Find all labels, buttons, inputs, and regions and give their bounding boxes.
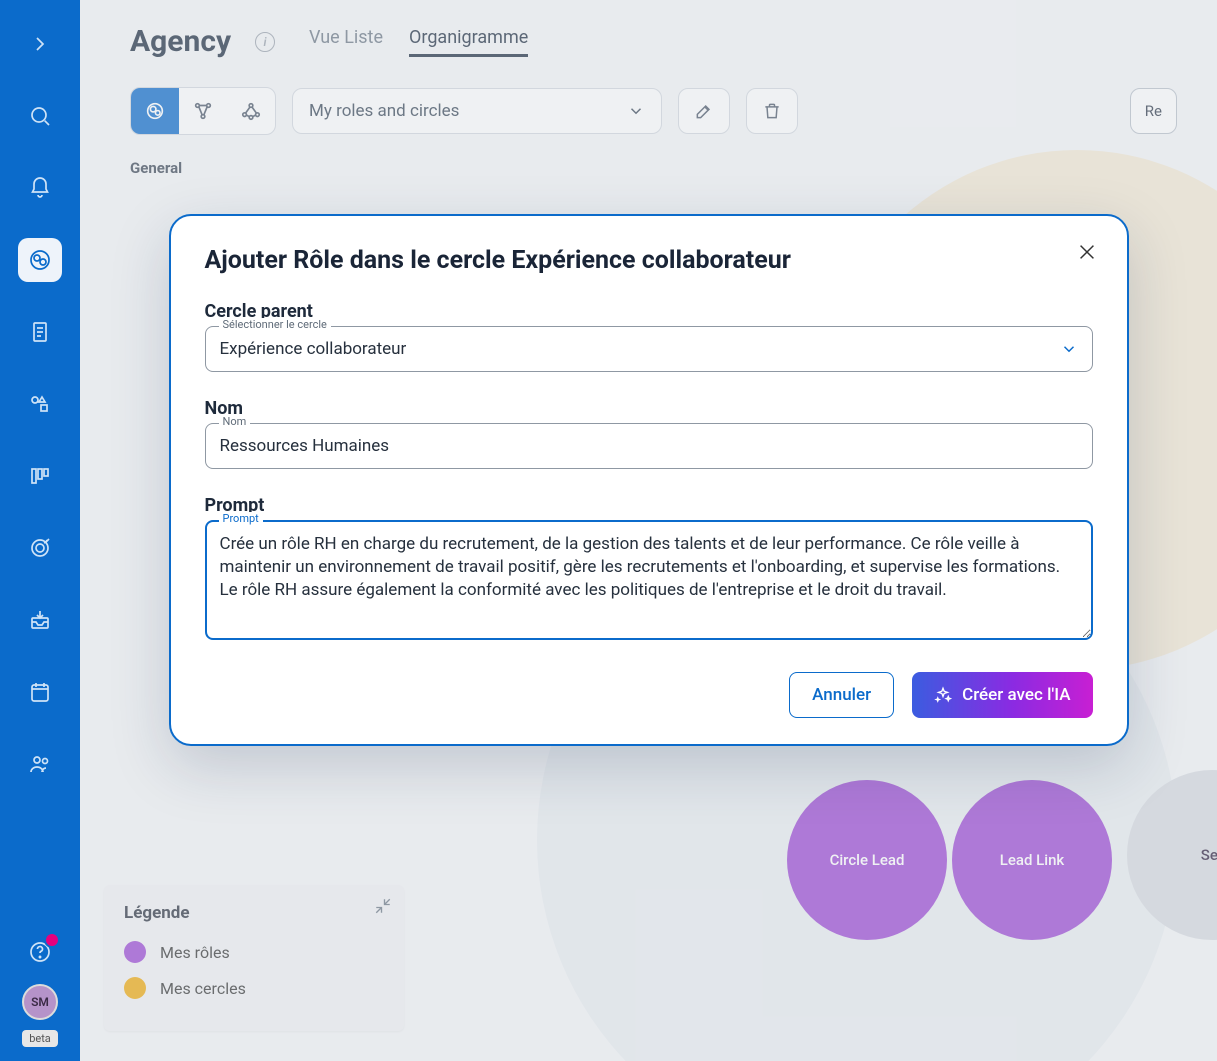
- calendar-icon[interactable]: [18, 670, 62, 714]
- create-with-ai-button[interactable]: Créer avec l'IA: [912, 672, 1092, 718]
- avatar[interactable]: SM: [22, 984, 58, 1020]
- close-icon[interactable]: [1073, 238, 1101, 266]
- name-label: Nom: [205, 398, 1093, 419]
- name-input[interactable]: [205, 423, 1093, 469]
- cancel-button[interactable]: Annuler: [789, 672, 894, 718]
- modal-title: Ajouter Rôle dans le cercle Expérience c…: [205, 246, 1093, 275]
- inbox-icon[interactable]: [18, 598, 62, 642]
- avatar-initials: SM: [31, 995, 49, 1009]
- bell-icon[interactable]: [18, 166, 62, 210]
- chevron-down-icon: [1060, 340, 1078, 358]
- name-float-label: Nom: [219, 415, 251, 428]
- parent-circle-value: Expérience collaborateur: [220, 339, 407, 359]
- parent-circle-select[interactable]: Expérience collaborateur: [205, 326, 1093, 372]
- board-icon[interactable]: [18, 454, 62, 498]
- prompt-textarea[interactable]: [205, 520, 1093, 640]
- main: Circle Lead Lead Link Ser Agency i Vue L…: [80, 0, 1217, 1061]
- document-icon[interactable]: [18, 310, 62, 354]
- shapes-icon[interactable]: [18, 382, 62, 426]
- sparkle-icon: [934, 686, 952, 704]
- parent-float-label: Sélectionner le cercle: [219, 318, 331, 331]
- people-icon[interactable]: [18, 742, 62, 786]
- search-icon[interactable]: [18, 94, 62, 138]
- sidebar-toggle-icon[interactable]: [18, 22, 62, 66]
- help-icon[interactable]: [18, 930, 62, 974]
- target-icon[interactable]: [18, 526, 62, 570]
- parent-label: Cercle parent: [205, 301, 1093, 322]
- organigram-icon[interactable]: [18, 238, 62, 282]
- prompt-label: Prompt: [205, 495, 1093, 516]
- beta-badge: beta: [22, 1030, 58, 1047]
- add-role-modal: Ajouter Rôle dans le cercle Expérience c…: [169, 214, 1129, 746]
- prompt-float-label: Prompt: [219, 512, 263, 525]
- modal-overlay: Ajouter Rôle dans le cercle Expérience c…: [80, 0, 1217, 1061]
- left-sidebar: SM beta: [0, 0, 80, 1061]
